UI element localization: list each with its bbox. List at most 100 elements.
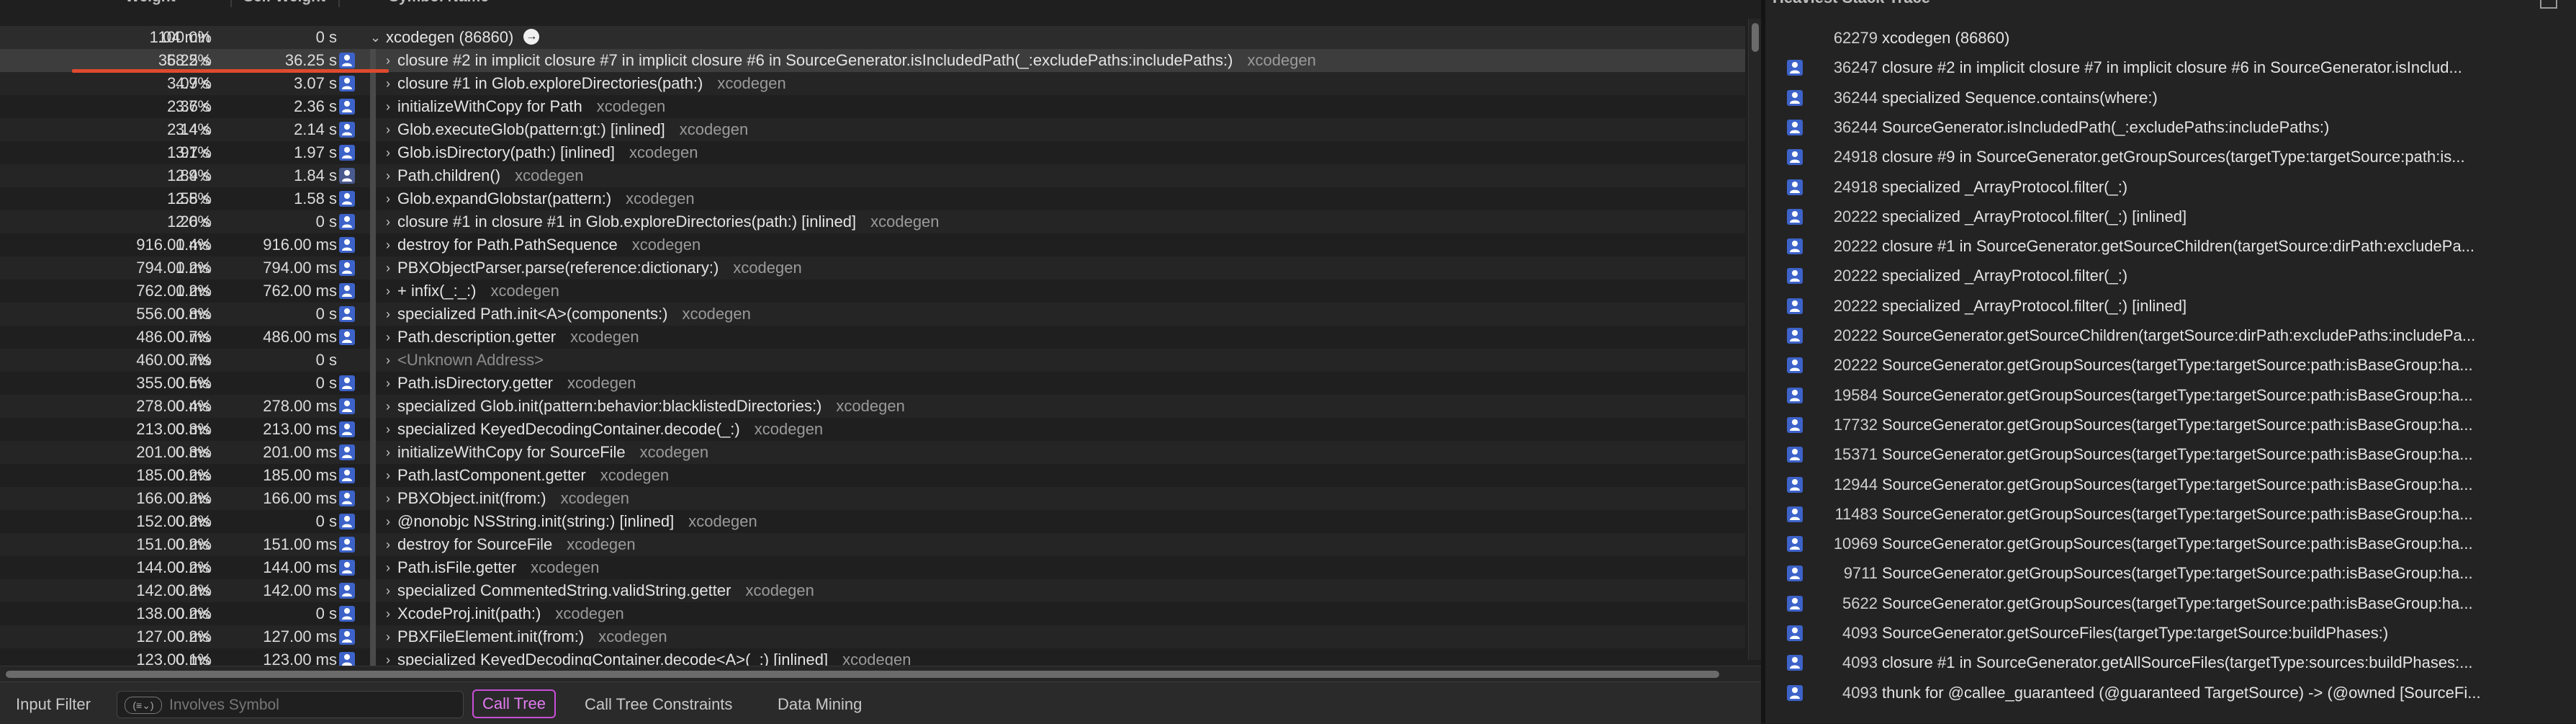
table-row[interactable]: 151.00 ms 0.2% 151.00 ms › destroy for Sourc… bbox=[0, 533, 1745, 556]
table-row[interactable]: 152.00 ms 0.2% 0 s › @nonobjc NSString.init(… bbox=[0, 510, 1745, 533]
self-weight-column-header[interactable]: Self Weight bbox=[243, 0, 325, 6]
stack-frame-row[interactable]: 36244 SourceGenerator.isIncludedPath(_:ex… bbox=[1765, 112, 2576, 142]
chevron-right-icon[interactable]: › bbox=[386, 372, 390, 395]
chevron-right-icon[interactable]: › bbox=[386, 648, 390, 666]
symbol-label: specialized Glob.init(pattern:behavior:b… bbox=[397, 397, 822, 415]
table-row[interactable]: 166.00 ms 0.2% 166.00 ms › PBXObject.init(fr… bbox=[0, 487, 1745, 510]
horizontal-scroll-thumb[interactable] bbox=[6, 671, 1719, 678]
table-row[interactable]: 355.00 ms 0.5% 0 s › Path.isDirectory.getter… bbox=[0, 372, 1745, 395]
chevron-right-icon[interactable]: › bbox=[386, 233, 390, 256]
tab-data-mining[interactable]: Data Mining bbox=[778, 695, 862, 714]
call-tree-pane[interactable]: Weight Self Weight Symbol Name 1.04 min … bbox=[0, 0, 1764, 666]
stack-frame-row[interactable]: 4093 thunk for @callee_guaranteed (@guara… bbox=[1765, 678, 2576, 707]
chevron-right-icon[interactable]: › bbox=[386, 556, 390, 579]
table-row[interactable]: 278.00 ms 0.4% 278.00 ms › specialized Glob.… bbox=[0, 395, 1745, 418]
vertical-scrollbar[interactable] bbox=[1748, 19, 1762, 660]
weight-column-header[interactable]: Weight bbox=[125, 0, 176, 6]
stack-frame-row[interactable]: 5622 SourceGenerator.getGroupSources(targ… bbox=[1765, 589, 2576, 618]
symbol-name-column-header[interactable]: Symbol Name bbox=[389, 0, 489, 6]
table-row[interactable]: 127.00 ms 0.2% 127.00 ms › PBXFileElement.in… bbox=[0, 625, 1745, 648]
user-code-icon bbox=[1787, 328, 1803, 344]
chevron-right-icon[interactable]: › bbox=[386, 418, 390, 441]
table-row[interactable]: 486.00 ms 0.7% 486.00 ms › Path.description.… bbox=[0, 326, 1745, 349]
stack-frame-row[interactable]: 20222 SourceGenerator.getGroupSources(tar… bbox=[1765, 350, 2576, 380]
table-row[interactable]: 2.14 s 3.4% 2.14 s › Glob.executeGlob(patter… bbox=[0, 118, 1745, 141]
table-row[interactable]: 460.00 ms 0.7% 0 s › <Unknown Address> bbox=[0, 349, 1745, 372]
stack-frame-row[interactable]: 62279 xcodegen (86860) bbox=[1765, 23, 2576, 53]
table-row[interactable]: 1.97 s 3.1% 1.97 s › Glob.isDirectory(path:)… bbox=[0, 141, 1745, 164]
chevron-right-icon[interactable]: › bbox=[386, 441, 390, 464]
table-row[interactable]: 142.00 ms 0.2% 142.00 ms › specialized Comme… bbox=[0, 579, 1745, 602]
table-row[interactable]: 1.84 s 2.9% 1.84 s › Path.children() xcodegen bbox=[0, 164, 1745, 187]
stack-frame-row[interactable]: 36244 specialized Sequence.contains(where… bbox=[1765, 83, 2576, 112]
share-icon[interactable] bbox=[2540, 0, 2557, 9]
table-row[interactable]: 2.36 s 3.7% 2.36 s › initializeWithCopy for … bbox=[0, 95, 1745, 118]
chevron-right-icon[interactable]: › bbox=[386, 579, 390, 602]
column-divider[interactable] bbox=[230, 0, 232, 7]
table-row[interactable]: 3.07 s 4.9% 3.07 s › closure #1 in Glob.expl… bbox=[0, 72, 1745, 95]
chevron-right-icon[interactable]: › bbox=[386, 256, 390, 280]
table-row[interactable]: 762.00 ms 1.2% 762.00 ms › + infix(_:_:) xcod… bbox=[0, 280, 1745, 303]
table-row[interactable]: 144.00 ms 0.2% 144.00 ms › Path.isFile.gette… bbox=[0, 556, 1745, 579]
stack-frame-row[interactable]: 20222 specialized _ArrayProtocol.filter(_… bbox=[1765, 202, 2576, 231]
chevron-right-icon[interactable]: › bbox=[386, 141, 390, 164]
table-row[interactable]: 916.00 ms 1.4% 916.00 ms › destroy for Path.… bbox=[0, 233, 1745, 256]
filter-options-icon[interactable]: (≡⌄) bbox=[125, 697, 162, 714]
chevron-right-icon[interactable]: › bbox=[386, 118, 390, 141]
chevron-right-icon[interactable]: › bbox=[386, 72, 390, 95]
chevron-right-icon[interactable]: › bbox=[386, 602, 390, 625]
call-tree-root-row[interactable]: 1.04 min 100.0% 0 s ⌄ xcodegen (86860) → bbox=[0, 26, 1745, 49]
chevron-right-icon[interactable]: › bbox=[386, 349, 390, 372]
table-row[interactable]: 123.00 ms 0.1% 123.00 ms › specialized Keyed… bbox=[0, 648, 1745, 666]
table-row[interactable]: 213.00 ms 0.3% 213.00 ms › specialized Keyed… bbox=[0, 418, 1745, 441]
arrow-right-circle-icon[interactable]: → bbox=[523, 29, 540, 45]
chevron-right-icon[interactable]: › bbox=[386, 326, 390, 349]
table-row[interactable]: 201.00 ms 0.3% 201.00 ms › initializeWithCop… bbox=[0, 441, 1745, 464]
stack-frame-row[interactable]: 20222 SourceGenerator.getSourceChildren(t… bbox=[1765, 321, 2576, 350]
chevron-right-icon[interactable]: › bbox=[386, 510, 390, 533]
chevron-right-icon[interactable]: › bbox=[386, 303, 390, 326]
stack-frame-row[interactable]: 20222 specialized _ArrayProtocol.filter(_… bbox=[1765, 291, 2576, 321]
chevron-right-icon[interactable]: › bbox=[386, 464, 390, 487]
stack-frame-row[interactable]: 24918 specialized _ArrayProtocol.filter(_… bbox=[1765, 172, 2576, 202]
filter-placeholder[interactable]: Involves Symbol bbox=[169, 697, 279, 714]
stack-frame-row[interactable]: 20222 specialized _ArrayProtocol.filter(_… bbox=[1765, 261, 2576, 290]
horizontal-scrollbar[interactable] bbox=[0, 666, 1761, 682]
chevron-right-icon[interactable]: › bbox=[386, 395, 390, 418]
library-label: xcodegen bbox=[515, 166, 584, 184]
stack-frame-row[interactable]: 11483 SourceGenerator.getGroupSources(tar… bbox=[1765, 499, 2576, 529]
chevron-right-icon[interactable]: › bbox=[386, 187, 390, 210]
table-row[interactable]: 794.00 ms 1.2% 794.00 ms › PBXObjectParser.p… bbox=[0, 256, 1745, 280]
stack-frame-row[interactable]: 4093 closure #1 in SourceGenerator.getAll… bbox=[1765, 648, 2576, 677]
involves-symbol-filter-field[interactable]: (≡⌄) Involves Symbol bbox=[117, 691, 464, 718]
stack-frame-row[interactable]: 12944 SourceGenerator.getGroupSources(tar… bbox=[1765, 470, 2576, 499]
tab-call-tree-constraints[interactable]: Call Tree Constraints bbox=[585, 695, 732, 714]
table-row[interactable]: 138.00 ms 0.2% 0 s › XcodeProj.init(path:) xc… bbox=[0, 602, 1745, 625]
table-row[interactable]: 185.00 ms 0.2% 185.00 ms › Path.lastComponen… bbox=[0, 464, 1745, 487]
chevron-right-icon[interactable]: › bbox=[386, 625, 390, 648]
stack-frame-row[interactable]: 20222 closure #1 in SourceGenerator.getSo… bbox=[1765, 231, 2576, 261]
chevron-right-icon[interactable]: › bbox=[386, 210, 390, 233]
vertical-scroll-thumb[interactable] bbox=[1752, 23, 1759, 52]
stack-frame-row[interactable]: 4093 SourceGenerator.getSourceFiles(targe… bbox=[1765, 618, 2576, 648]
tab-call-tree[interactable]: Call Tree bbox=[472, 689, 557, 718]
stack-frame-row[interactable]: 15371 SourceGenerator.getGroupSources(tar… bbox=[1765, 439, 2576, 469]
stack-frame-row[interactable]: 9711 SourceGenerator.getGroupSources(targ… bbox=[1765, 558, 2576, 588]
stack-frame-row[interactable]: 36247 closure #2 in implicit closure #7 i… bbox=[1765, 53, 2576, 82]
heaviest-stack-trace-pane[interactable]: Heaviest Stack Trace 62279xcodegen (8686… bbox=[1765, 0, 2576, 723]
chevron-right-icon[interactable]: › bbox=[386, 164, 390, 187]
chevron-right-icon[interactable]: › bbox=[386, 533, 390, 556]
stack-frame-row[interactable]: 10969 SourceGenerator.getGroupSources(tar… bbox=[1765, 529, 2576, 558]
table-row[interactable]: 1.58 s 2.5% 1.58 s › Glob.expandGlobstar(pat… bbox=[0, 187, 1745, 210]
table-row[interactable]: 1.26 s 2.0% 0 s › closure #1 in closure #1 i… bbox=[0, 210, 1745, 233]
stack-frame-row[interactable]: 24918 closure #9 in SourceGenerator.getGr… bbox=[1765, 142, 2576, 171]
table-row[interactable]: 556.00 ms 0.8% 0 s › specialized Path.init<A… bbox=[0, 303, 1745, 326]
user-code-icon bbox=[1787, 119, 1803, 135]
chevron-right-icon[interactable]: › bbox=[386, 280, 390, 303]
chevron-down-icon[interactable]: ⌄ bbox=[370, 26, 381, 49]
stack-frame-row[interactable]: 19584 SourceGenerator.getGroupSources(tar… bbox=[1765, 380, 2576, 410]
stack-frame-row[interactable]: 17732 SourceGenerator.getGroupSources(tar… bbox=[1765, 410, 2576, 439]
chevron-right-icon[interactable]: › bbox=[386, 95, 390, 118]
column-divider[interactable] bbox=[338, 0, 340, 7]
chevron-right-icon[interactable]: › bbox=[386, 487, 390, 510]
